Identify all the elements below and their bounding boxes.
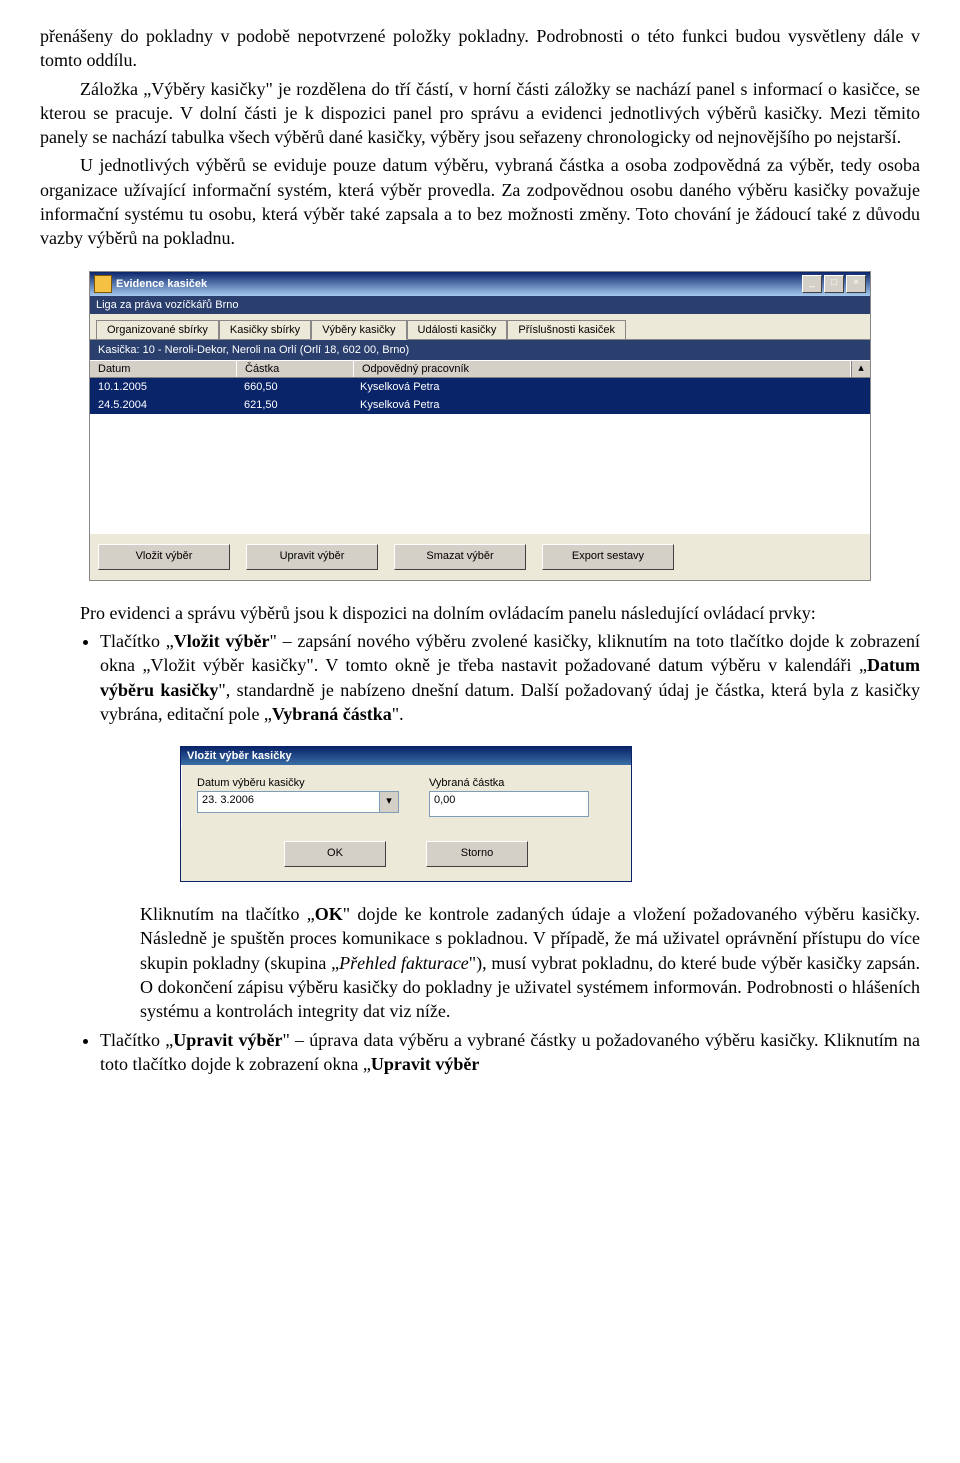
minimize-button[interactable]: _ xyxy=(802,275,822,293)
tab-organizovane-sbirky[interactable]: Organizované sbírky xyxy=(96,320,219,339)
export-button[interactable]: Export sestavy xyxy=(542,544,674,570)
titlebar: Evidence kasiček _ □ × xyxy=(90,272,870,296)
text: ", standardně je nabízeno dnešní datum. … xyxy=(100,680,920,724)
paragraph-1: přenášeny do pokladny v podobě nepotvrze… xyxy=(40,24,920,73)
paragraph-4: Pro evidenci a správu výběrů jsou k disp… xyxy=(40,601,920,625)
cell-amount: 660,50 xyxy=(236,381,352,393)
app-icon xyxy=(94,275,112,293)
storno-button[interactable]: Storno xyxy=(426,841,528,867)
bold-text: Vložit výběr xyxy=(174,631,270,651)
label-datum: Datum výběru kasičky xyxy=(197,777,399,789)
dialog-vlozit-vyber: Vložit výběr kasičky Datum výběru kasičk… xyxy=(180,746,632,882)
scroll-up-icon[interactable]: ▴ xyxy=(851,361,870,377)
table-header: Datum Částka Odpovědný pracovník ▴ xyxy=(90,360,870,378)
amount-input[interactable]: 0,00 xyxy=(429,791,589,817)
app-window: Evidence kasiček _ □ × Liga za práva voz… xyxy=(89,271,871,581)
cell-date: 24.5.2004 xyxy=(90,399,236,411)
empty-rows xyxy=(90,414,870,534)
tab-prislusnosti-kasicek[interactable]: Příslušnosti kasiček xyxy=(507,320,626,339)
text: ". xyxy=(392,704,404,724)
tab-udalosti-kasicky[interactable]: Události kasičky xyxy=(407,320,508,339)
date-value: 23. 3.2006 xyxy=(198,792,379,812)
paragraph-3: U jednotlivých výběrů se eviduje pouze d… xyxy=(40,153,920,250)
bullet-upravit-vyber: Tlačítko „Upravit výběr" – úprava data v… xyxy=(100,1028,920,1077)
org-subtitle: Liga za práva vozíčkářů Brno xyxy=(90,296,870,314)
cell-person: Kyselková Petra xyxy=(352,399,870,411)
column-amount[interactable]: Částka xyxy=(237,361,354,377)
ok-button[interactable]: OK xyxy=(284,841,386,867)
dialog-buttons: OK Storno xyxy=(181,829,631,881)
column-person[interactable]: Odpovědný pracovník xyxy=(354,361,851,377)
maximize-button[interactable]: □ xyxy=(824,275,844,293)
button-row: Vložit výběr Upravit výběr Smazat výběr … xyxy=(90,534,870,580)
tab-kasicky-sbirky[interactable]: Kasičky sbírky xyxy=(219,320,311,339)
bold-text: OK xyxy=(315,904,343,924)
table-body: 10.1.2005 660,50 Kyselková Petra 24.5.20… xyxy=(90,378,870,534)
cell-person: Kyselková Petra xyxy=(352,381,870,393)
cell-amount: 621,50 xyxy=(236,399,352,411)
kasicka-info-panel: Kasička: 10 - Neroli-Dekor, Neroli na Or… xyxy=(90,340,870,360)
column-date[interactable]: Datum xyxy=(90,361,237,377)
tab-row: Organizované sbírky Kasičky sbírky Výběr… xyxy=(90,314,870,340)
bold-text: Upravit výběr xyxy=(173,1030,282,1050)
tab-vybery-kasicky[interactable]: Výběry kasičky xyxy=(311,320,406,340)
label-castka: Vybraná částka xyxy=(429,777,589,789)
insert-button[interactable]: Vložit výběr xyxy=(98,544,230,570)
table-row[interactable]: 10.1.2005 660,50 Kyselková Petra xyxy=(90,378,870,396)
dialog-body: Datum výběru kasičky 23. 3.2006 ▾ Vybran… xyxy=(181,765,631,829)
bold-text: Upravit výběr xyxy=(371,1054,479,1074)
date-combobox[interactable]: 23. 3.2006 ▾ xyxy=(197,791,399,813)
bullet-vlozit-vyber: Tlačítko „Vložit výběr" – zapsání nového… xyxy=(100,629,920,726)
table-row[interactable]: 24.5.2004 621,50 Kyselková Petra xyxy=(90,396,870,414)
cell-date: 10.1.2005 xyxy=(90,381,236,393)
italic-text: Přehled fakturace xyxy=(339,953,469,973)
close-button[interactable]: × xyxy=(846,275,866,293)
dialog-title: Vložit výběr kasičky xyxy=(181,747,631,765)
text: Kliknutím na tlačítko „ xyxy=(140,904,315,924)
dropdown-icon[interactable]: ▾ xyxy=(379,792,398,812)
delete-button[interactable]: Smazat výběr xyxy=(394,544,526,570)
bold-text: Vybraná částka xyxy=(272,704,392,724)
paragraph-5: Kliknutím na tlačítko „OK" dojde ke kont… xyxy=(140,902,920,1023)
text: Tlačítko „ xyxy=(100,1030,173,1050)
window-title: Evidence kasiček xyxy=(116,278,802,290)
text: Tlačítko „ xyxy=(100,631,174,651)
edit-button[interactable]: Upravit výběr xyxy=(246,544,378,570)
paragraph-2: Záložka „Výběry kasičky" je rozdělena do… xyxy=(40,77,920,150)
